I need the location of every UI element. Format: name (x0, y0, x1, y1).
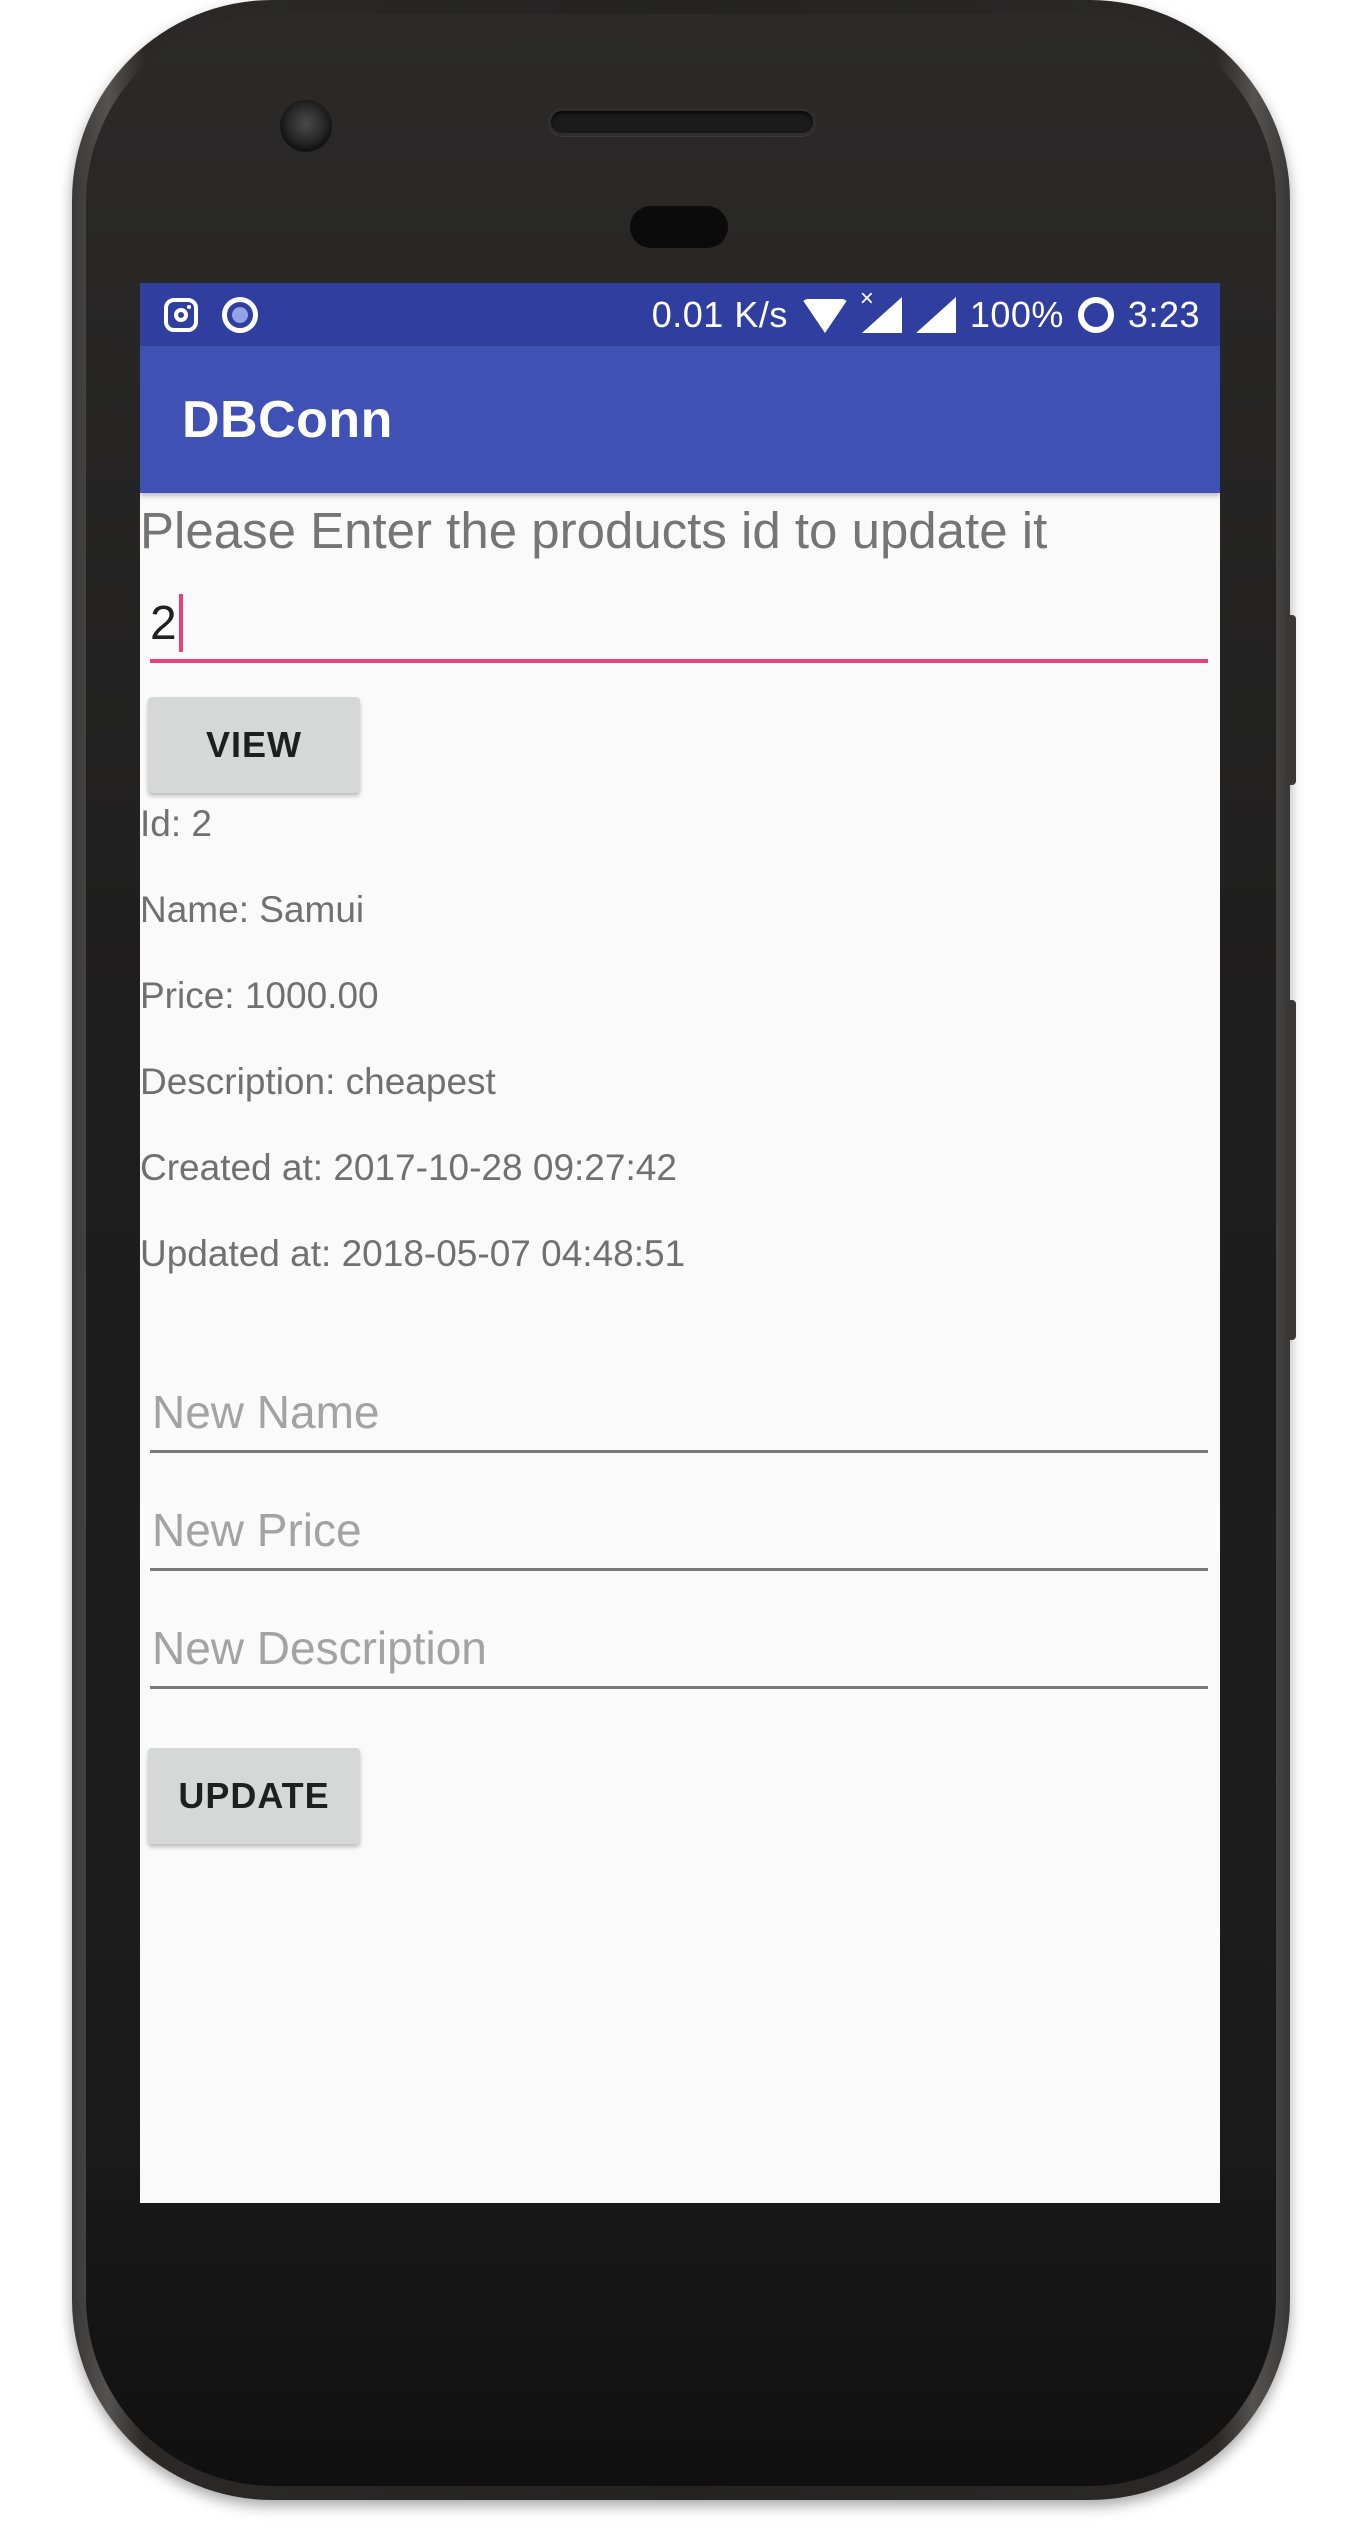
product-updated-at-text: Updated at: 2018-05-07 04:48:51 (140, 1233, 686, 1274)
id-prompt-label: Please Enter the products id to update i… (140, 502, 1048, 559)
status-bar: 0.01 K/s 100% 3:23 (140, 283, 1220, 346)
earpiece-speaker (548, 108, 816, 136)
new-description-field[interactable] (150, 1609, 1208, 1689)
clock: 3:23 (1127, 293, 1200, 335)
wifi-icon (801, 297, 848, 333)
status-right-area: 0.01 K/s 100% 3:23 (652, 283, 1200, 346)
update-button[interactable]: UPDATE (148, 1748, 360, 1844)
signal-icon (915, 296, 956, 333)
product-description-text: Description: cheapest (140, 1061, 496, 1102)
view-button[interactable]: VIEW (148, 697, 360, 793)
notification-circle-icon (222, 297, 258, 333)
volume-button (1286, 1000, 1296, 1340)
signal-off-icon (860, 285, 902, 333)
battery-level: 100% (969, 293, 1064, 335)
product-name-text: Name: Samui (140, 889, 365, 930)
status-left-icons (164, 293, 258, 337)
app-screen: 0.01 K/s 100% 3:23 DBConn Please Enter t… (140, 283, 1220, 2203)
device-frame: 0.01 K/s 100% 3:23 DBConn Please Enter t… (0, 0, 1370, 2532)
new-name-field[interactable] (150, 1373, 1208, 1453)
product-price-text: Price: 1000.00 (140, 975, 379, 1016)
new-price-field[interactable] (150, 1491, 1208, 1571)
front-camera-icon (280, 100, 332, 152)
app-bar: DBConn (140, 346, 1220, 493)
app-title: DBConn (182, 391, 393, 449)
instagram-icon (164, 298, 198, 332)
product-created-at-text: Created at: 2017-10-28 09:27:42 (140, 1147, 677, 1188)
product-id-input[interactable] (150, 583, 1208, 663)
power-button (1286, 615, 1296, 785)
network-speed: 0.01 K/s (651, 293, 788, 335)
battery-ring-icon (1077, 296, 1114, 333)
product-id-text: Id: 2 (140, 803, 212, 844)
proximity-sensor (630, 206, 728, 248)
